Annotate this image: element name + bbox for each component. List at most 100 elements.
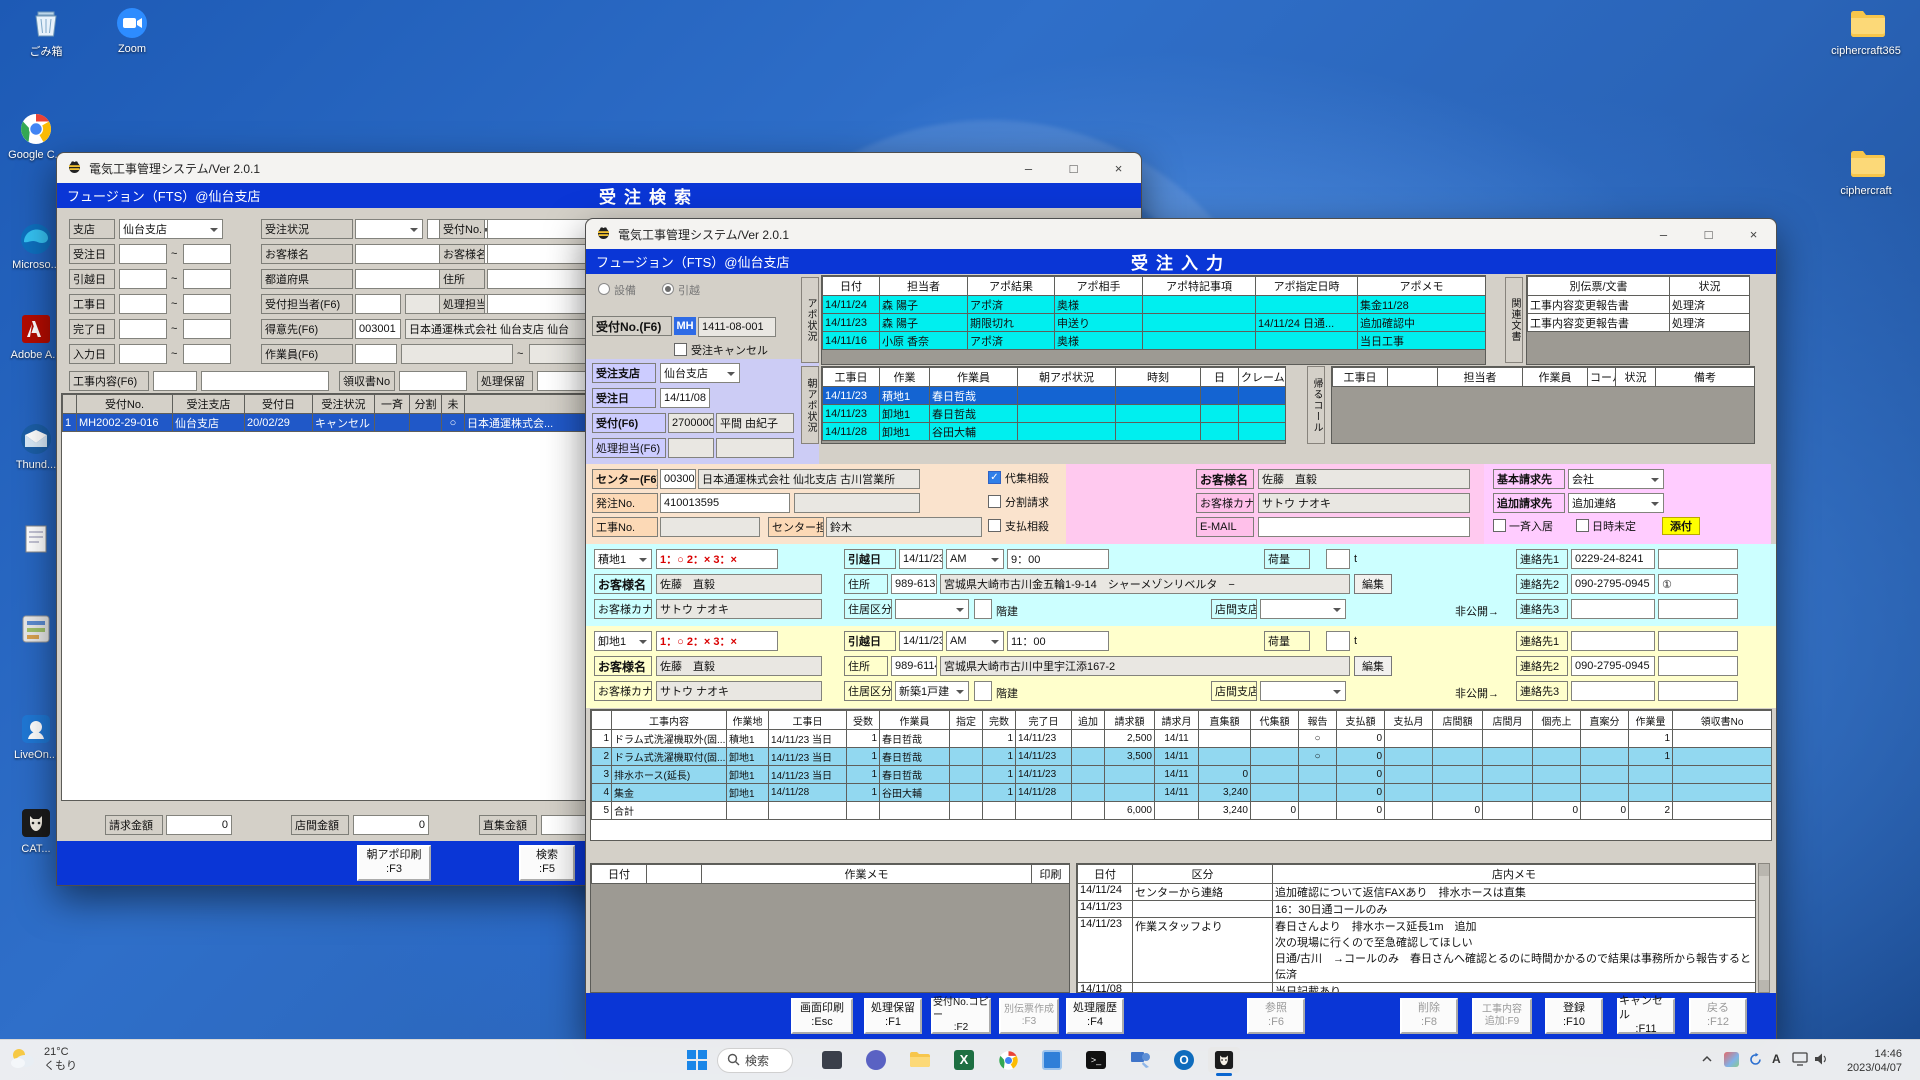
table-row[interactable]: 14/11/28卸地1谷田大輔 (823, 423, 1286, 441)
work-body[interactable]: 1ドラム式洗濯機取外(固...積地114/11/23 当日1春日哲哉114/11… (592, 730, 1772, 820)
close-button[interactable]: × (1731, 219, 1776, 249)
table-row[interactable]: 14/11/24森 陽子アポ済奥様集金11/28 (823, 296, 1486, 314)
loading-floors-input[interactable] (974, 599, 992, 619)
work-date-from[interactable] (119, 294, 167, 314)
loading-ampm-select[interactable]: AM (946, 549, 1004, 569)
add-work-button[interactable]: 工事内容追加:F9 (1472, 998, 1532, 1034)
branch-select[interactable]: 仙台支店 (119, 219, 223, 239)
complete-date-to[interactable] (183, 319, 231, 339)
print-screen-button[interactable]: 画面印刷:Esc (791, 998, 853, 1034)
create-slip-button[interactable]: 別伝票作成:F3 (999, 998, 1059, 1034)
tray-photos-icon[interactable] (1724, 1052, 1739, 1070)
docs-body[interactable]: 工事内容変更報告書処理済工事内容変更報告書処理済 (1528, 296, 1750, 332)
table-row[interactable]: 14/11/24センターから連絡追加確認について返信FAXあり 排水ホースは直集 (1078, 884, 1756, 901)
taskbar-widgets-app[interactable] (818, 1047, 846, 1073)
unloading-contact1-sub[interactable] (1658, 631, 1738, 651)
order-cancel-checkbox[interactable] (674, 343, 687, 356)
loading-time-value[interactable]: 9：00 (1007, 549, 1109, 569)
moving-radio[interactable] (662, 283, 674, 295)
return-call-table[interactable]: 工事日担当者作業員コール状況備考 (1332, 367, 1755, 387)
loading-address[interactable]: 宮城県大崎市古川金五輪1-9-14 シャーメゾンリベルタ − (940, 574, 1350, 594)
loading-site-select[interactable]: 積地1 (594, 549, 652, 569)
apo-status-area[interactable]: 日付担当者アポ結果アポ相手アポ特記事項アポ指定日時アポメモ 14/11/24森 … (821, 275, 1486, 365)
work-date-to[interactable] (183, 294, 231, 314)
taskbar-terminal-app[interactable]: >_ (1082, 1047, 1110, 1073)
loading-customer-name[interactable]: 佐藤 直毅 (656, 574, 822, 594)
unloading-time-value[interactable]: 11：00 (1007, 631, 1109, 651)
apo-body[interactable]: 14/11/24森 陽子アポ済奥様集金11/2814/11/23森 陽子期限切れ… (823, 296, 1486, 350)
receipt-no-input[interactable] (399, 371, 467, 391)
maximize-button[interactable]: □ (1686, 219, 1731, 249)
work-memo-area[interactable]: 日付作業メモ印刷 (590, 863, 1070, 993)
morning-apo-print-button[interactable]: 朝アポ印刷 :F3 (357, 845, 431, 881)
loading-address-edit-button[interactable]: 編集 (1354, 574, 1392, 594)
taskbar-weather[interactable]: 21°C くもり (8, 1043, 77, 1076)
order-date-from[interactable] (119, 244, 167, 264)
work-content-code[interactable] (153, 371, 197, 391)
order-status-select1[interactable] (355, 219, 423, 239)
desktop-icon-zoom[interactable]: Zoom (96, 6, 168, 55)
register-button[interactable]: 登録:F10 (1545, 998, 1603, 1034)
table-row[interactable]: 工事内容変更報告書処理済 (1528, 296, 1750, 314)
related-docs-table[interactable]: 別伝票/文書状況 工事内容変更報告書処理済工事内容変更報告書処理済 (1527, 276, 1750, 332)
work-memo-table[interactable]: 日付作業メモ印刷 (591, 864, 1070, 884)
taskbar-cat-app-active[interactable] (1208, 1047, 1240, 1073)
table-row[interactable]: 14/11/23森 陽子期限切れ申送り14/11/24 日通...追加確認中 (823, 314, 1486, 332)
tray-sync-icon[interactable] (1748, 1052, 1763, 1070)
unloading-contact2-value[interactable]: 090-2795-0945 (1571, 656, 1655, 676)
loading-volume-input[interactable] (1326, 549, 1350, 569)
loading-kana-value[interactable]: サトウ ナオキ (656, 599, 822, 619)
unloading-site-select[interactable]: 卸地1 (594, 631, 652, 651)
table-row[interactable]: 4集金卸地114/11/281谷田大輔114/11/2814/113,2400 (592, 784, 1772, 802)
table-row[interactable]: 14/11/23積地1春日哲哉 (823, 387, 1286, 405)
hold-button[interactable]: 処理保留:F1 (864, 998, 922, 1034)
move-date-from[interactable] (119, 269, 167, 289)
back-button[interactable]: 戻る:F12 (1689, 998, 1747, 1034)
order-branch-select[interactable]: 仙台支店 (660, 363, 740, 383)
desktop-icon-ciphercraft[interactable]: ciphercraft (1830, 148, 1902, 197)
table-row[interactable]: 14/11/23作業スタッフより春日さんより 排水ホース延長1m 追加 次の現場… (1078, 918, 1756, 983)
move-date-to[interactable] (183, 269, 231, 289)
customer-name-value[interactable]: 佐藤 直毅 (1258, 469, 1470, 489)
simultaneous-movein-checkbox[interactable] (1493, 519, 1506, 532)
email-input[interactable] (1258, 517, 1470, 537)
additional-billing-select[interactable]: 追加連絡 (1568, 493, 1664, 513)
taskbar-clock[interactable]: 14:46 2023/04/07 (1847, 1047, 1902, 1076)
apo-status-table[interactable]: 日付担当者アポ結果アポ相手アポ特記事項アポ指定日時アポメモ 14/11/24森 … (822, 276, 1486, 350)
unloading-contact1-value[interactable] (1571, 631, 1655, 651)
payment-offset-checkbox[interactable] (988, 519, 1001, 532)
taskbar-chrome-app[interactable] (994, 1047, 1022, 1073)
unloading-contact3-value[interactable] (1571, 681, 1655, 701)
unloading-floors-input[interactable] (974, 681, 992, 701)
customer-kana-value[interactable]: サトウ ナオキ (1258, 493, 1470, 513)
taskbar-devices-app[interactable] (1126, 1047, 1154, 1073)
cancel-button[interactable]: キャンセル:F11 (1617, 998, 1675, 1034)
work-no-value[interactable] (660, 517, 760, 537)
po-no-value[interactable]: 410013595 (660, 493, 790, 513)
table-row[interactable]: 14/11/08当日記載あり (1078, 983, 1756, 994)
split-billing-checkbox[interactable] (988, 495, 1001, 508)
taskbar-outlook-app[interactable]: O (1170, 1047, 1198, 1073)
table-row[interactable]: 14/11/2316：30日通コールのみ (1078, 901, 1756, 918)
taskbar-teams-app[interactable] (862, 1047, 890, 1073)
store-memo-table[interactable]: 日付区分店内メモ 14/11/24センターから連絡追加確認について返信FAXあり… (1077, 864, 1756, 993)
loading-movedate-value[interactable]: 14/11/23 (899, 549, 943, 569)
table-row[interactable]: 2ドラム式洗濯機取付(固...卸地114/11/23 当日1春日哲哉114/11… (592, 748, 1772, 766)
unloading-interstore-select[interactable] (1260, 681, 1346, 701)
process-staff-code[interactable] (668, 438, 714, 458)
center-code[interactable]: 003006 (660, 469, 696, 489)
unloading-contact3-sub[interactable] (1658, 681, 1738, 701)
offset-collect-checkbox[interactable]: ✓ (988, 471, 1001, 484)
delete-button[interactable]: 削除:F8 (1400, 998, 1458, 1034)
minimize-button[interactable]: – (1641, 219, 1686, 249)
table-row[interactable]: 14/11/23卸地1春日哲哉 (823, 405, 1286, 423)
loading-interstore-select[interactable] (1260, 599, 1346, 619)
loading-contact1-value[interactable]: 0229-24-8241 (1571, 549, 1655, 569)
table-row[interactable]: 14/11/16小原 香奈アポ済奥様当日工事 (823, 332, 1486, 350)
client-code[interactable]: 003001 (355, 319, 401, 339)
reception-staff-code[interactable] (355, 294, 401, 314)
order-date-to[interactable] (183, 244, 231, 264)
tray-ime-indicator[interactable]: A (1772, 1052, 1781, 1066)
loading-contact3-value[interactable] (1571, 599, 1655, 619)
taskbar-excel-app[interactable]: X (950, 1047, 978, 1073)
